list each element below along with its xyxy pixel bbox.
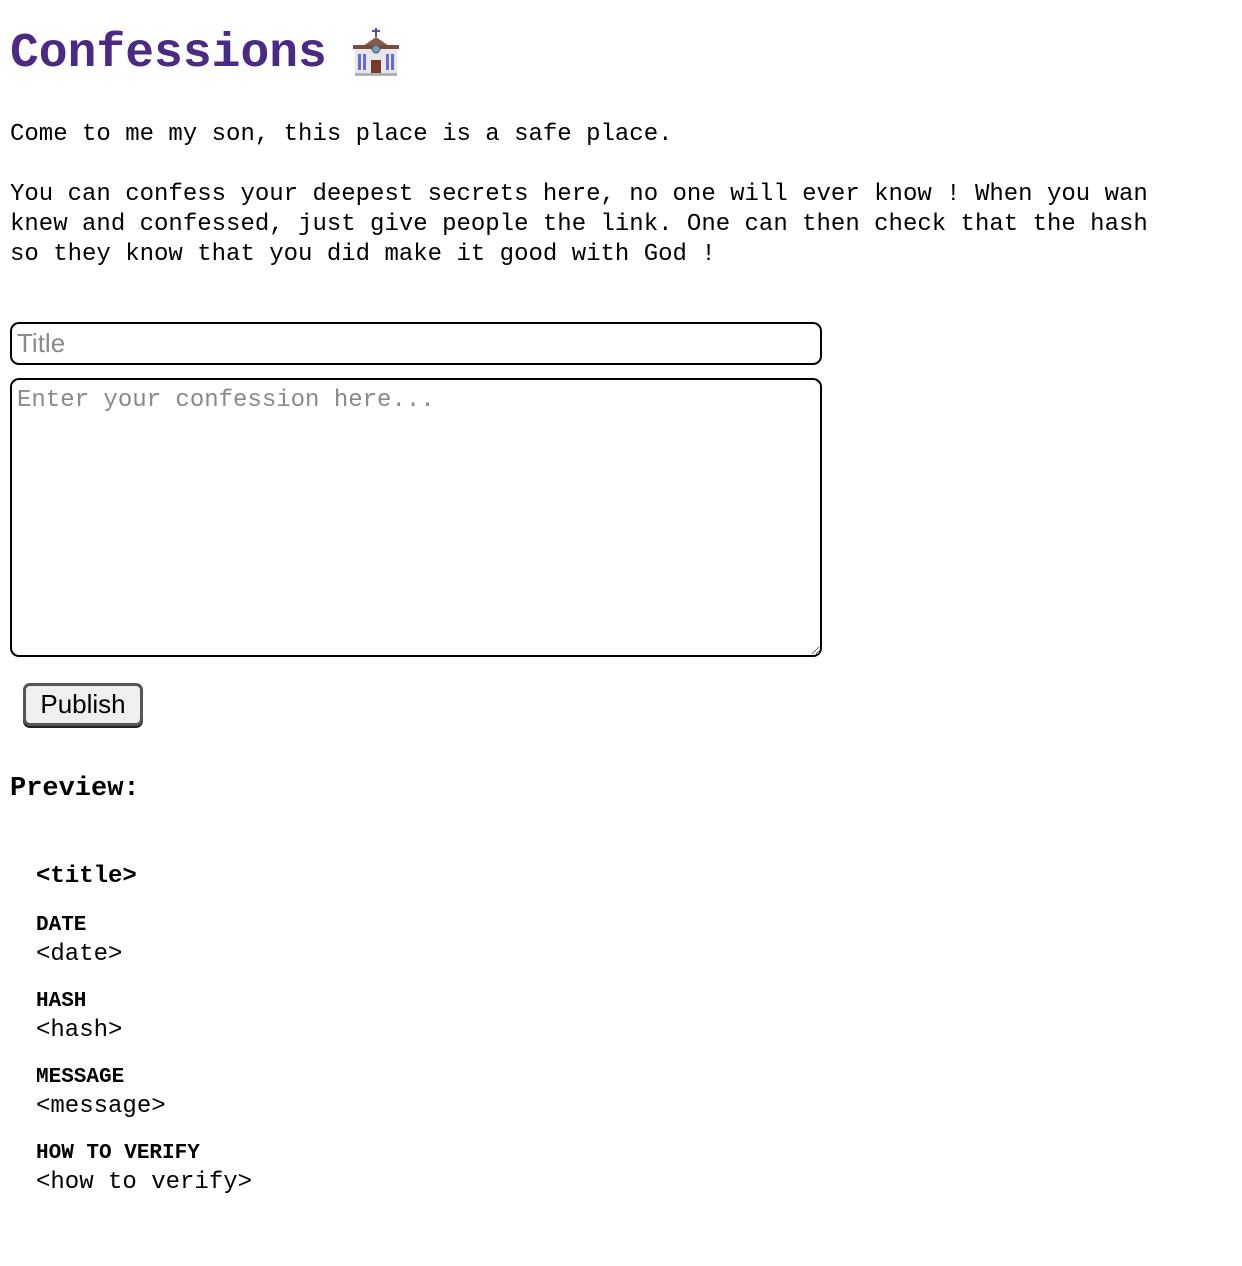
- preview-field-hash: HASH <hash>: [36, 988, 252, 1046]
- preview-title: <title>: [36, 863, 137, 890]
- field-label: HOW TO VERIFY: [36, 1142, 200, 1165]
- preview-field-date: DATE <date>: [36, 912, 252, 970]
- description-line: so they know that you did make it good w…: [10, 241, 716, 268]
- description-line: knew and confessed, just give people the…: [10, 211, 1148, 238]
- confession-textarea[interactable]: [10, 378, 822, 657]
- field-label: DATE: [36, 914, 87, 937]
- page-title-text: Confessions: [10, 27, 327, 81]
- field-label: MESSAGE: [36, 1066, 125, 1089]
- preview-heading: Preview:: [10, 774, 140, 804]
- title-input[interactable]: [10, 322, 822, 365]
- intro-text: Come to me my son, this place is a safe …: [10, 121, 673, 148]
- publish-button[interactable]: Publish: [23, 683, 143, 726]
- preview-panel: <title> DATE <date> HASH <hash> MESSAGE …: [36, 860, 252, 1198]
- preview-field-message: MESSAGE <message>: [36, 1064, 252, 1122]
- church-icon: [349, 28, 403, 76]
- field-value: <message>: [36, 1093, 166, 1120]
- field-value: <date>: [36, 941, 123, 968]
- preview-field-how-to-verify: HOW TO VERIFY <how to verify>: [36, 1140, 252, 1198]
- field-label: HASH: [36, 990, 87, 1013]
- description-text: You can confess your deepest secrets her…: [10, 180, 1242, 270]
- description-line: You can confess your deepest secrets her…: [10, 181, 1148, 208]
- field-value: <how to verify>: [36, 1169, 253, 1196]
- field-value: <hash>: [36, 1017, 123, 1044]
- page-title: Confessions: [10, 26, 403, 82]
